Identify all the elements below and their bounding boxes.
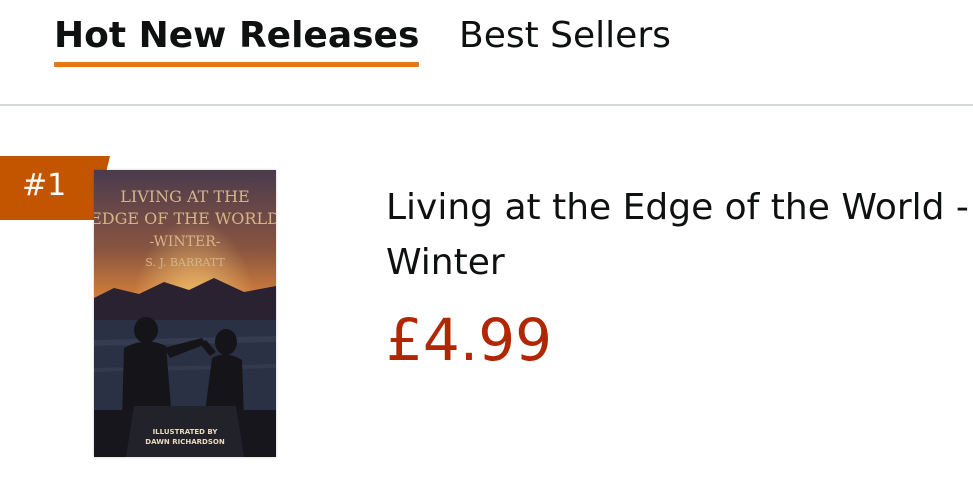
cover-title-line-1: LIVING AT THE — [120, 187, 249, 206]
tab-label: Best Sellers — [459, 15, 671, 56]
tab-best-sellers[interactable]: Best Sellers — [459, 14, 671, 58]
cover-title-line-3: -WINTER- — [150, 234, 221, 250]
tab-hot-new-releases[interactable]: Hot New Releases — [54, 14, 420, 67]
cover-credit-line-1: ILLUSTRATED BY — [153, 428, 219, 436]
active-tab-underline — [54, 62, 420, 67]
book-cover-art: LIVING AT THE EDGE OF THE WORLD -WINTER-… — [94, 170, 276, 457]
cover-author: S. J. BARRATT — [145, 256, 225, 269]
product-price: £4.99 — [386, 306, 553, 374]
rank-number: #1 — [22, 168, 67, 203]
tab-label: Hot New Releases — [54, 15, 420, 56]
book-cover-image[interactable]: LIVING AT THE EDGE OF THE WORLD -WINTER-… — [94, 170, 276, 457]
page: Hot New Releases Best Sellers #1 LIVING … — [0, 0, 973, 485]
tab-bar: Hot New Releases Best Sellers — [0, 0, 973, 106]
product-title-link[interactable]: Living at the Edge of the World - Winter — [386, 180, 973, 290]
cover-credit-line-2: DAWN RICHARDSON — [145, 438, 225, 446]
cover-title-line-2: EDGE OF THE WORLD — [94, 209, 276, 228]
